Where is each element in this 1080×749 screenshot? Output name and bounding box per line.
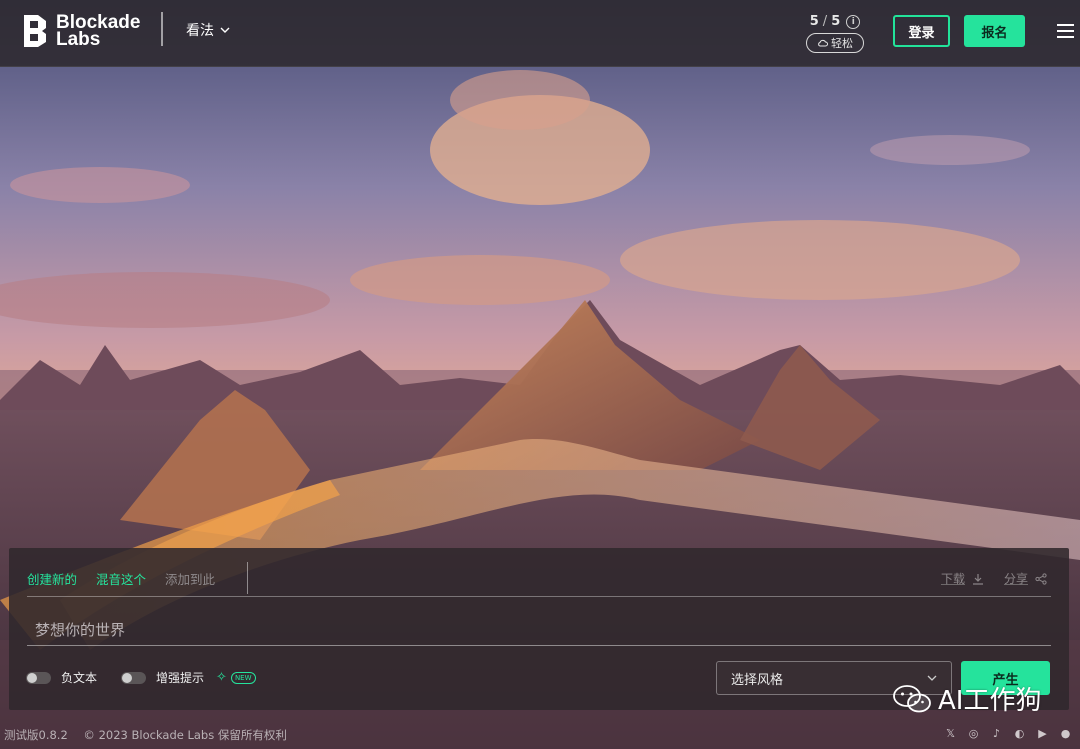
copyright-text: © 2023 Blockade Labs 保留所有权利: [83, 728, 287, 742]
header-divider: [161, 12, 163, 46]
x-icon[interactable]: 𝕏: [945, 728, 956, 739]
footer: 测试版0.8.2 © 2023 Blockade Labs 保留所有权利: [4, 727, 299, 743]
reddit-icon[interactable]: ●: [1060, 728, 1071, 739]
credits-indicator: 5 / 5 i 轻松: [806, 14, 864, 53]
cloud-icon: [818, 39, 828, 47]
mode-label: 轻松: [831, 37, 853, 50]
new-badge: NEW: [230, 671, 256, 684]
social-links: 𝕏 ◎ ♪ ◐ ▶ ●: [945, 728, 1071, 739]
top-navbar: Blockade Labs 看法 5 / 5 i 轻松 登录 报名: [0, 0, 1080, 67]
options-row: 负文本 增强提示 ✧ NEW: [26, 669, 256, 686]
share-label: 分享: [1003, 572, 1028, 586]
tab-add-to-this[interactable]: 添加到此: [165, 569, 215, 588]
chevron-down-icon: [220, 27, 230, 33]
view-menu[interactable]: 看法: [186, 20, 230, 40]
credits-used: 5: [809, 14, 819, 29]
panel-actions: 下载 分享: [941, 570, 1047, 587]
credits-count: 5 / 5 i: [806, 14, 864, 29]
signup-button[interactable]: 报名: [964, 15, 1025, 47]
blockade-logo-icon: [24, 15, 46, 47]
share-icon: [1035, 572, 1047, 585]
prompt-input[interactable]: [27, 614, 1051, 646]
negative-text-label: 负文本: [61, 671, 98, 685]
enhance-prompt-toggle[interactable]: [121, 671, 147, 684]
info-icon[interactable]: i: [846, 14, 861, 29]
share-button[interactable]: 分享: [1004, 570, 1047, 587]
view-menu-label: 看法: [186, 23, 214, 39]
enhance-prompt-label: 增强提示: [156, 671, 205, 685]
tab-remix[interactable]: 混音这个: [96, 569, 146, 588]
download-label: 下载: [940, 572, 965, 586]
watermark-text: AI工作狗: [938, 686, 1042, 716]
login-button[interactable]: 登录: [893, 15, 950, 47]
download-button[interactable]: 下载: [941, 570, 984, 587]
discord-icon[interactable]: ◐: [1014, 728, 1025, 739]
brand-name: Blockade Labs: [56, 13, 140, 50]
negative-text-toggle[interactable]: [26, 671, 51, 684]
instagram-icon[interactable]: ◎: [968, 728, 979, 739]
sparkle-icon: ✧: [216, 670, 227, 685]
style-select-value: 选择风格: [731, 672, 784, 688]
tabs-underline: [27, 596, 1051, 597]
version-label: 测试版0.8.2: [4, 728, 68, 742]
watermark: AI工作狗: [892, 680, 1041, 717]
wechat-icon: [893, 684, 931, 712]
mode-tabs: 创建新的 混音这个 添加到此: [27, 569, 234, 588]
brand-logo[interactable]: Blockade Labs: [22, 11, 140, 51]
brand-name-line2: Labs: [56, 29, 101, 50]
tiktok-icon[interactable]: ♪: [991, 728, 1002, 739]
download-icon: [972, 573, 983, 585]
mode-pill[interactable]: 轻松: [806, 33, 864, 53]
tab-create-new[interactable]: 创建新的: [27, 569, 77, 588]
tabs-divider: [247, 562, 248, 594]
hamburger-menu-icon[interactable]: [1057, 24, 1074, 38]
credits-separator: /: [822, 14, 828, 29]
youtube-icon[interactable]: ▶: [1037, 728, 1048, 739]
credits-total: 5: [831, 14, 841, 29]
